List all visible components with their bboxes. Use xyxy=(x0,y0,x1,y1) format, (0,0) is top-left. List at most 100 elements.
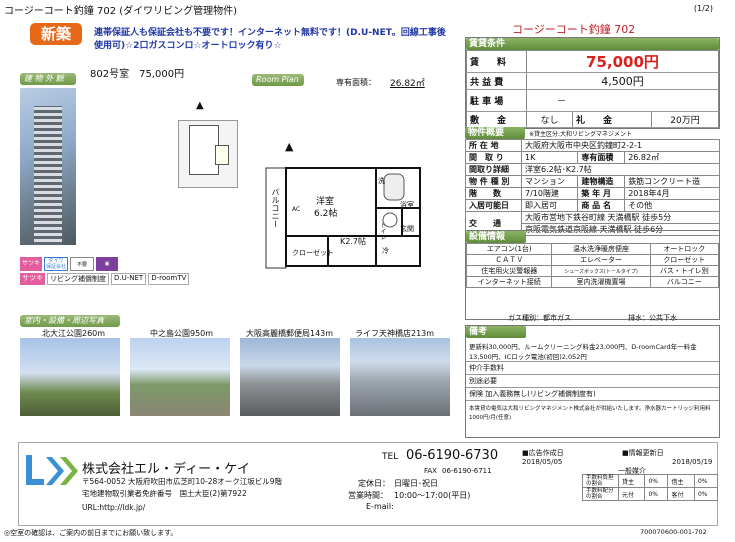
room-plan-header: Room Plan xyxy=(252,74,304,86)
fee-share-table: 手数料負担の割合 貸主 0% 借主 0% 手数料配分の割合 元付 0% 客付 0% xyxy=(582,474,719,501)
remarks-box: 備考 更新料30,000円、ルームクリーニング料金23,000円、D-roomC… xyxy=(465,325,720,438)
rent-label: 賃 料 xyxy=(466,50,527,73)
floor-plan xyxy=(265,167,421,269)
parking-label: 駐 車 場 xyxy=(466,89,527,112)
overview-box: 物件概要 ※貸主区分:大和リビングマネジメント 所 在 地大阪府大阪市中央区釣鐘… xyxy=(465,127,720,236)
company-license: 宅地建物取引業者免許番号 国土大臣(2)第7922 xyxy=(82,489,247,498)
table-row: 賃 料 75,000円 xyxy=(466,50,719,73)
hours-label: 営業時間： xyxy=(348,491,388,500)
satsuki-icon: サツキ xyxy=(20,257,42,271)
tag-satsuki: サツキ xyxy=(20,273,45,285)
fax-number: 06-6190-6711 xyxy=(442,467,492,475)
fee-required: 別途必要 xyxy=(466,375,719,388)
table-row: 交 通大阪市営地下鉄谷町線 天満橋駅 徒歩5分 xyxy=(465,211,720,236)
ad-created-date: 2018/05/05 xyxy=(522,458,563,466)
photo-nakanoshima-park xyxy=(130,338,230,416)
area-value: 26.82㎡ xyxy=(390,79,425,89)
brokerage-fee: 仲介手数料 xyxy=(466,362,719,375)
hours-value: 10:00～17:00(平日) xyxy=(394,491,471,500)
deposit-value: なし xyxy=(526,111,573,128)
closet-label: クローゼット xyxy=(292,249,334,257)
key-money-label: 礼 金 xyxy=(571,111,652,128)
table-row: 入居可能日 即入居可商 品 名その他 xyxy=(465,199,720,212)
document-title: コージーコート釣鐘 702 (ダイワリビング管理物件) xyxy=(4,6,238,17)
remarks-line-1: 更新料30,000円、ルームクリーニング料金23,000円、D-roomCard… xyxy=(469,343,697,351)
remarks-note: 本賃貸の電気は大和リビングマネジメント株式会社が供給いたします。浄水器カートリッ… xyxy=(469,406,711,421)
overview-table: 所 在 地大阪府大阪市中央区釣鐘町2-2-1 間 取 り 1K 専有面積 26.82㎡… xyxy=(465,139,720,236)
site-map xyxy=(178,120,238,188)
tel-number[interactable]: 06-6190-6730 xyxy=(406,448,498,463)
company-name: 株式会社エル・ディー・ケイ xyxy=(82,462,250,477)
table-row: 物 件 種 別マンション 建物構造 鉄筋コンクリート造 xyxy=(465,175,720,188)
insurance: 保険 加入義務無し(リビング補償制度有) xyxy=(466,388,719,401)
table-row: 間取り詳細 洋室6.2帖･K2.7帖 xyxy=(465,163,720,176)
rental-terms-box: 賃貸条件 賃 料 75,000円 共 益 費 4,500円 駐 車 場－ 敷 金なし… xyxy=(465,37,720,129)
balcony-label: バルコニー xyxy=(271,188,280,228)
table-row: 住宅用火災警報器 シューズボックス(トールタイプ) バス・トイレ別 xyxy=(465,265,720,277)
exterior-photo xyxy=(20,88,76,245)
tag-living-guarantee: リビング補償制度 xyxy=(47,273,109,285)
company-logo-icon xyxy=(26,455,78,485)
email-label: E-mail: xyxy=(366,502,394,511)
catch-copy: 連帯保証人も保証会社も不要です！インターネット無料です！(D.U-NET。回線工… xyxy=(94,28,446,51)
rental-terms-table: 賃 料 75,000円 共 益 費 4,500円 駐 車 場－ 敷 金なし礼 金 20… xyxy=(466,50,720,128)
room-label: 802号室 75,000円 xyxy=(90,69,185,80)
ac-label: AC xyxy=(292,206,301,213)
equipment-table: エアコン(1台) 温水洗浄暖房便座 オートロック ＣＡＴＶ エレベーター クローゼット … xyxy=(465,243,720,288)
bath-label: 浴室 xyxy=(400,201,414,209)
table-row: 階 数 7/10階建築 年 月 2018年4月 xyxy=(465,187,720,200)
table-row: 間 取 り 1K 専有面積 26.82㎡ xyxy=(465,151,720,164)
photo-park-kitaoe xyxy=(20,338,120,416)
common-fee-value: 4,500円 xyxy=(526,72,719,90)
equipment-header: 設備情報 xyxy=(466,231,526,243)
table-row: 駐 車 場－ xyxy=(466,89,719,112)
table-row: 手数料負担の割合 貸主 0% 借主 0% xyxy=(582,474,719,488)
ad-created-label: ■広告作成日 xyxy=(522,449,564,457)
gas-type: ガス種別：都市ガス xyxy=(508,314,571,322)
equipment-box: 設備情報 エアコン(1台) 温水洗浄暖房便座 オートロック ＣＡＴＶ エレベーター クロ… xyxy=(465,230,720,320)
new-badge: 新築 xyxy=(30,23,82,45)
company-url[interactable]: URL:http://ldk.jp/ xyxy=(82,503,145,512)
table-row: 手数料配分の割合 元付 0% 客付 0% xyxy=(582,487,719,501)
area-label: 専有面積： xyxy=(336,78,376,87)
footnote: ◎空室の確認は、ご案内の前日までにお願い致します。 xyxy=(4,529,178,537)
common-fee-label: 共 益 費 xyxy=(466,72,527,90)
rent-value: 75,000円 xyxy=(526,50,719,73)
photo-supermarket xyxy=(350,338,450,416)
page-number: (1/2) xyxy=(693,4,713,13)
tag-dunet: D.U-NET xyxy=(111,273,147,285)
photo-post-office xyxy=(240,338,340,416)
table-row: 所 在 地大阪府大阪市中央区釣鐘町2-2-1 xyxy=(465,139,720,152)
overview-header: 物件概要 xyxy=(465,127,525,139)
north-arrow-icon: ▲ xyxy=(196,100,204,111)
property-code: 700070600-001-702 xyxy=(640,528,707,536)
entrance-label: 玄関 xyxy=(400,225,414,233)
refrigerator-label: 冷 xyxy=(382,247,389,255)
north-arrow-icon: ▲ xyxy=(285,140,294,153)
feature-icons: サツキ ダイワ 保証会社 不要 ▣ xyxy=(20,257,118,271)
toilet-label: トイレ xyxy=(379,222,386,240)
tag-droom-tv: D-roomTV xyxy=(148,273,190,285)
table-row: 共 益 費 4,500円 xyxy=(466,72,719,90)
guarantor-free-icon: ダイワ 保証会社 xyxy=(44,257,68,271)
listing-title: コージーコート釣鐘 702 xyxy=(512,23,636,36)
deposit-label: 敷 金 xyxy=(466,111,527,128)
table-row: 敷 金なし礼 金 20万円 xyxy=(466,111,720,128)
lender-note: ※貸主区分:大和リビングマネジメント xyxy=(529,130,633,138)
info-updated-date: 2018/05/19 xyxy=(672,458,713,466)
company-address: 〒564-0052 大阪府吹田市広芝町10-28オーク江坂ビル9階 xyxy=(82,477,283,486)
no-guarantor-icon: 不要 xyxy=(70,257,94,271)
feature-tags: サツキ リビング補償制度 D.U-NET D-roomTV xyxy=(20,273,190,285)
remarks-line-2: 13,500円、ICロック電池(初回)2,052円 xyxy=(466,351,719,362)
drainage-type: 排水：公共下水 xyxy=(628,314,677,322)
amenities-header: 室内・設備・周辺写真 xyxy=(20,315,120,327)
wash-label: 洗 xyxy=(378,177,385,185)
droom-tv-icon: ▣ xyxy=(96,257,118,271)
rental-terms-header: 賃貸条件 xyxy=(466,38,719,50)
info-updated-label: ■情報更新日 xyxy=(622,449,664,457)
kitchen-label: K2.7帖 xyxy=(340,237,366,246)
holiday-label: 定休日： xyxy=(358,479,390,488)
remarks-header: 備考 xyxy=(466,326,526,338)
key-money-value: 20万円 xyxy=(650,111,720,128)
parking-value: － xyxy=(526,89,719,112)
